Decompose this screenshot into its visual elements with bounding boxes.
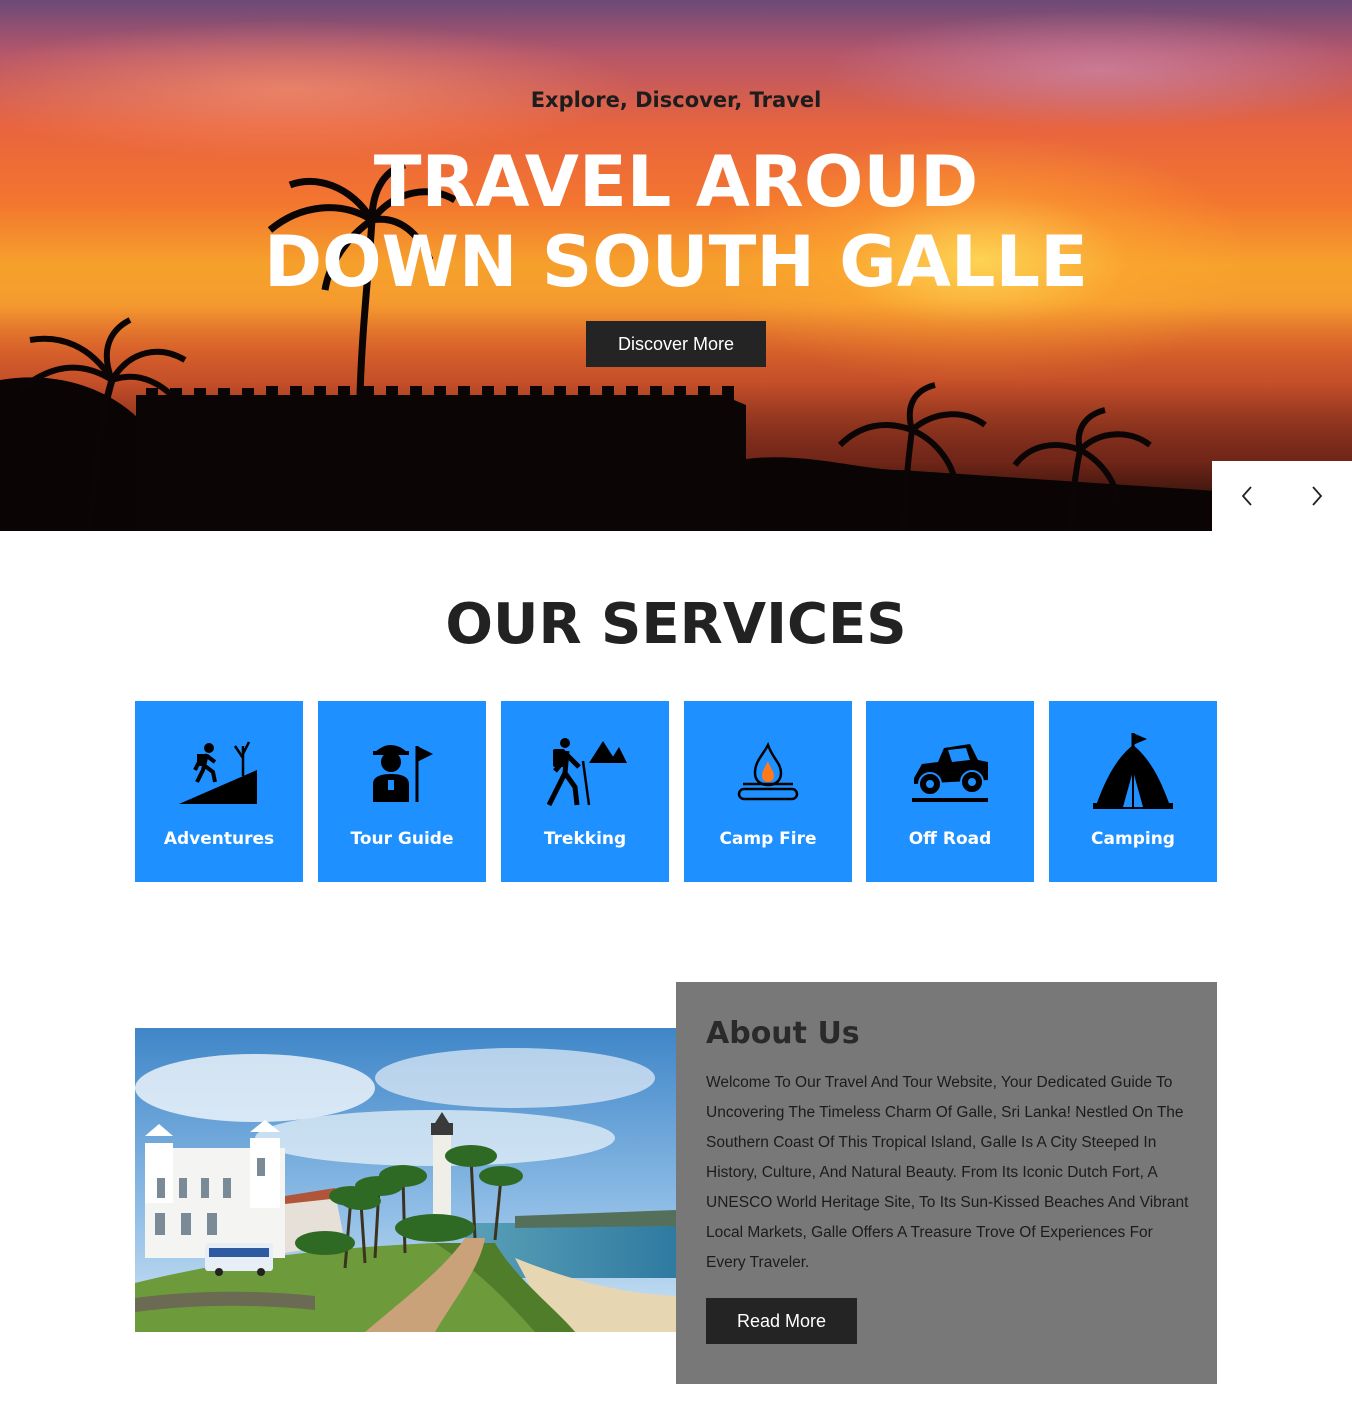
campfire-icon [723,731,813,811]
service-label: Tour Guide [350,829,454,849]
chevron-left-icon [1241,486,1252,506]
hero-subtitle: Explore, Discover, Travel [530,88,822,112]
about-title: About Us [706,1016,860,1051]
off-road-jeep-icon [905,731,995,811]
slider-next-button[interactable] [1282,461,1352,531]
services-grid: Adventures Tour Guide Trekking Camp Fire… [135,701,1217,882]
galle-fort-photo [135,1028,676,1332]
about-panel: About Us Welcome To Our Travel And Tour … [676,982,1217,1384]
service-card-off-road[interactable]: Off Road [866,701,1034,882]
slider-prev-button[interactable] [1212,461,1282,531]
hiker-hill-icon [174,731,264,811]
discover-more-button[interactable]: Discover More [586,321,766,367]
service-label: Trekking [543,829,627,849]
service-label: Camp Fire [719,829,817,849]
service-label: Adventures [163,829,275,849]
read-more-button[interactable]: Read More [706,1298,857,1344]
service-card-trekking[interactable]: Trekking [501,701,669,882]
service-card-camp-fire[interactable]: Camp Fire [684,701,852,882]
service-card-tour-guide[interactable]: Tour Guide [318,701,486,882]
hero-title-line: DOWN SOUTH GALLE [264,221,1088,303]
tent-icon [1088,731,1178,811]
service-card-adventures[interactable]: Adventures [135,701,303,882]
service-label: Off Road [908,829,992,849]
services-title: OUR SERVICES [445,592,907,657]
trekker-mountain-icon [540,731,630,811]
about-text: Welcome To Our Travel And Tour Website, … [706,1074,1189,1271]
hero-title-line: TRAVEL AROUD [373,141,979,223]
slider-nav [1212,461,1352,531]
service-card-camping[interactable]: Camping [1049,701,1217,882]
chevron-right-icon [1312,486,1323,506]
hero-title: TRAVEL AROUD DOWN SOUTH GALLE [0,142,1352,302]
service-label: Camping [1091,829,1175,849]
tour-guide-flag-icon [357,731,447,811]
hero-banner: Explore, Discover, Travel TRAVEL AROUD D… [0,0,1352,531]
